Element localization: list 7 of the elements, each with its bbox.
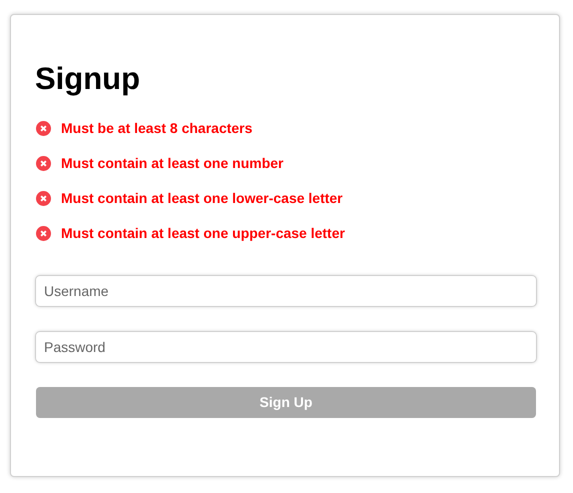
password-rule: Must be at least 8 characters bbox=[61, 118, 252, 138]
page-title: Signup bbox=[35, 60, 140, 98]
password-rule: Must contain at least one upper-case letter bbox=[61, 224, 345, 243]
password-rule: Must contain at least one lower-case letter bbox=[61, 188, 343, 208]
input-field[interactable]: Password bbox=[35, 331, 537, 363]
input-field[interactable]: Username bbox=[35, 275, 537, 307]
password-rule: Must contain at least one number bbox=[61, 154, 284, 172]
